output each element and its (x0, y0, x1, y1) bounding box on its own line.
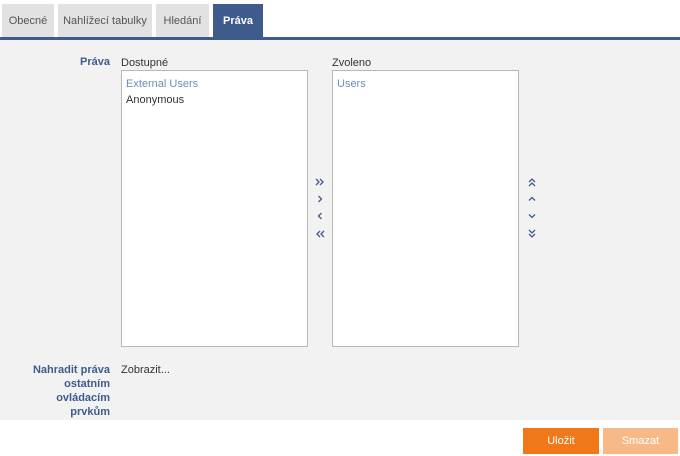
list-item-external-users[interactable]: External Users (126, 76, 303, 92)
chevron-right-icon (318, 195, 323, 203)
tab-bar: Obecné Nahlížecí tabulky Hledání Práva (0, 0, 680, 40)
show-link[interactable]: Zobrazit... (121, 364, 170, 376)
chevron-left-icon (317, 212, 322, 220)
move-all-right-button[interactable] (313, 175, 327, 189)
double-chevron-left-icon (316, 230, 325, 238)
replace-rights-label: Nahradit práva ostatním ovládacím prvkům (20, 363, 110, 419)
replace-rights-label-line: Nahradit práva (32, 364, 110, 376)
chevron-up-icon (528, 196, 536, 201)
available-listbox[interactable]: External Users Anonymous (121, 70, 308, 347)
tab-rights[interactable]: Práva (213, 4, 263, 38)
move-all-left-button[interactable] (313, 227, 327, 241)
chevron-down-icon (528, 214, 536, 219)
list-item-anonymous[interactable]: Anonymous (126, 92, 303, 108)
available-caption: Dostupné (121, 57, 169, 69)
tab-general[interactable]: Obecné (2, 4, 54, 38)
tab-lookup-tables[interactable]: Nahlížecí tabulky (58, 4, 152, 38)
double-chevron-right-icon (315, 178, 324, 186)
move-up-button[interactable] (525, 192, 539, 206)
move-top-button[interactable] (525, 175, 539, 189)
double-chevron-up-icon (528, 178, 536, 187)
delete-button[interactable]: Smazat (603, 428, 678, 454)
replace-rights-label-line: ovládacím (56, 392, 110, 404)
move-right-button[interactable] (313, 192, 327, 206)
double-chevron-down-icon (528, 229, 536, 238)
selected-listbox[interactable]: Users (332, 70, 519, 347)
save-button[interactable]: Uložit (523, 428, 599, 454)
move-left-button[interactable] (313, 209, 327, 223)
tab-search[interactable]: Hledání (156, 4, 209, 38)
list-item-users[interactable]: Users (337, 76, 514, 92)
selected-caption: Zvoleno (332, 57, 372, 69)
replace-rights-label-line: ostatním (64, 378, 110, 390)
move-down-button[interactable] (525, 209, 539, 223)
rights-label: Práva (80, 56, 110, 68)
move-bottom-button[interactable] (525, 227, 539, 241)
replace-rights-label-line: prvkům (70, 406, 110, 418)
